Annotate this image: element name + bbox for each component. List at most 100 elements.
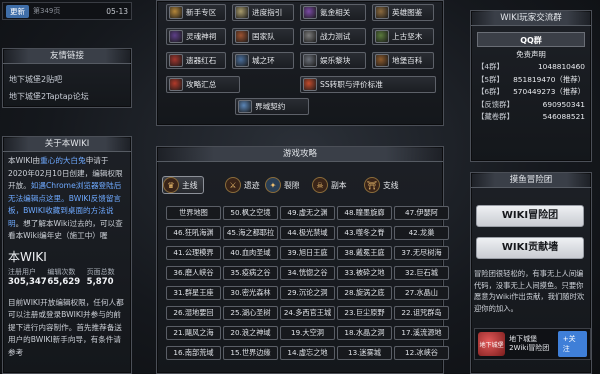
zone-button[interactable]: 39.旭日王庭 (280, 246, 335, 260)
category-label: 国家队 (252, 32, 275, 41)
category-button[interactable]: 进度指引 (232, 4, 294, 21)
zone-button[interactable]: 34.恍惚之谷 (280, 266, 335, 280)
wiki-contribution-wall-button[interactable]: WIKI贡献墙 (476, 237, 584, 259)
zone-button[interactable]: 41.公理模界 (166, 246, 221, 260)
zone-button[interactable]: 27.水晶山 (394, 286, 449, 300)
zone-button[interactable]: 44.极光禁域 (280, 226, 335, 240)
panel-title: 友情链接 (3, 49, 131, 64)
category-button[interactable]: 娱乐黎块 (300, 52, 366, 69)
zone-button[interactable]: 23.巨尘原野 (337, 306, 392, 320)
zone-button[interactable]: 15.世界边缘 (223, 346, 278, 360)
category-button[interactable]: 英雄图鉴 (372, 4, 434, 21)
guide-tab-icon: ✦ (265, 177, 281, 193)
category-label: 城之环 (252, 56, 275, 65)
category-button[interactable]: 国家队 (232, 28, 294, 45)
disclaimer-link[interactable]: 免责声明 (471, 49, 591, 61)
category-icon (169, 78, 183, 91)
zone-button[interactable]: 17.溪流源地 (394, 326, 449, 340)
zone-button[interactable]: 13.迷雾城 (337, 346, 392, 360)
guide-tab[interactable]: ☠ 副本 (312, 176, 347, 194)
guide-tab[interactable]: ⛩ 支线 (364, 176, 399, 194)
follow-button[interactable]: +关注 (557, 331, 587, 357)
follow-card: 地下城堡 地下城堡2Wiki冒险团 +关注 (474, 328, 591, 360)
friend-link-taptap[interactable]: 地下城堡2Taptap论坛 (3, 88, 131, 105)
text: 。想了解本Wiki过去的，可以查看本Wiki编年史（施工中）喔 (8, 218, 123, 241)
category-button[interactable]: 灵魂神祠 (166, 28, 226, 45)
zone-button[interactable]: 43.噬冬之脊 (337, 226, 392, 240)
update-button[interactable]: 更新 (6, 4, 29, 18)
guide-tab[interactable]: ♛ 主线 (162, 176, 204, 194)
zone-button[interactable]: 29.沉论之洞 (280, 286, 335, 300)
zone-button[interactable]: 26.湿地要回 (166, 306, 221, 320)
zone-button[interactable]: 14.虚忘之地 (280, 346, 335, 360)
panel-title: 摸鱼冒险团 (471, 173, 591, 188)
zone-button[interactable]: 50.枫之空境 (223, 206, 278, 220)
panel-title: 关于本WIKI (3, 137, 131, 152)
zone-button[interactable]: 19.大空洞 (280, 326, 335, 340)
guide-tab-label: 遗迹 (244, 180, 260, 190)
zone-button[interactable]: 28.旋涡之底 (337, 286, 392, 300)
zone-button[interactable]: 16.南部荒域 (166, 346, 221, 360)
page-count: 第349页 (33, 7, 61, 15)
zone-button[interactable]: 49.虚无之渊 (280, 206, 335, 220)
qq-group-number: 851819470（推荐） (513, 74, 585, 84)
guide-tab-label: 主线 (182, 180, 198, 190)
category-button[interactable]: 界域契约 (235, 98, 309, 115)
zone-button[interactable]: 36.磨人峡谷 (166, 266, 221, 280)
wiki-adventure-team-button[interactable]: WIKI冒险团 (476, 205, 584, 227)
panel-title: 游戏攻略 (157, 147, 443, 162)
guide-tab[interactable]: ✦ 裂隙 (265, 176, 300, 194)
zone-button[interactable]: 32.巨石城 (394, 266, 449, 280)
category-icon (375, 54, 389, 67)
category-button[interactable]: 新手专区 (166, 4, 226, 21)
zone-button[interactable]: 12.冰峡谷 (394, 346, 449, 360)
zone-button[interactable]: 47.伊瑟阿 (394, 206, 449, 220)
category-button[interactable]: 战力测试 (300, 28, 366, 45)
zone-button[interactable]: 31.群星王座 (166, 286, 221, 300)
zone-button[interactable]: 38.戴冕王庭 (337, 246, 392, 260)
category-label: 娱乐黎块 (320, 56, 351, 65)
guide-tab-label: 副本 (331, 180, 347, 190)
zone-button[interactable]: 20.浪之神域 (223, 326, 278, 340)
zone-button[interactable]: 45.海之都耶拉 (223, 226, 278, 240)
zone-button[interactable]: 25.湖心圣树 (223, 306, 278, 320)
zone-button[interactable]: 18.水晶之洞 (337, 326, 392, 340)
category-button[interactable]: 氪金相关 (300, 4, 366, 21)
qq-group-name: 【5群】 (477, 74, 504, 84)
category-button[interactable]: 攻略汇总 (166, 76, 240, 93)
category-icon (235, 6, 249, 19)
category-button[interactable]: 地堡百科 (372, 52, 434, 69)
friend-links-panel: 友情链接 地下城堡2贴吧 地下城堡2Taptap论坛 (2, 48, 132, 108)
team-name: 地下城堡2Wiki冒险团 (509, 335, 550, 352)
zone-button[interactable]: 24.多西官王城 (280, 306, 335, 320)
zone-button[interactable]: 42.龙巢 (394, 226, 449, 240)
zone-button[interactable]: 40.血肉圣域 (223, 246, 278, 260)
zone-button[interactable]: 48.瞳墨旋廊 (337, 206, 392, 220)
zone-button[interactable]: 22.诅咒群岛 (394, 306, 449, 320)
qq-group-row[interactable]: 【反馈群】 690950341 (471, 99, 591, 112)
qq-group-name: 【藏卷群】 (477, 112, 514, 122)
zone-button[interactable]: 46.狂吼海渊 (166, 226, 221, 240)
category-icon (169, 30, 183, 43)
category-button[interactable]: 上古坚木 (372, 28, 434, 45)
category-button[interactable]: 城之环 (232, 52, 294, 69)
zone-button[interactable]: 35.疫病之谷 (223, 266, 278, 280)
zone-button[interactable]: 世界地图 (166, 206, 221, 220)
qq-group-row[interactable]: 【5群】 851819470（推荐） (471, 74, 591, 87)
qq-group-row[interactable]: 【4群】 1048810460 (471, 61, 591, 74)
zone-button[interactable]: 33.被砕之地 (337, 266, 392, 280)
team-logo-icon: 地下城堡 (478, 332, 506, 356)
qq-group-name: 【6群】 (477, 87, 504, 97)
category-button[interactable]: 遗器红石 (166, 52, 226, 69)
zone-button[interactable]: 37.无尽树海 (394, 246, 449, 260)
qq-group-row[interactable]: 【藏卷群】 546088521 (471, 111, 591, 124)
guide-tab-icon: ♛ (163, 177, 179, 193)
zone-button[interactable]: 21.飓风之海 (166, 326, 221, 340)
zone-button[interactable]: 30.密光森林 (223, 286, 278, 300)
creator-link[interactable]: 重心的大白兔 (40, 156, 86, 165)
guide-tab[interactable]: ⚔ 遗迹 (225, 176, 260, 194)
friend-link-tieba[interactable]: 地下城堡2贴吧 (3, 64, 131, 88)
category-icon (169, 54, 183, 67)
qq-group-row[interactable]: 【6群】 570449273（推荐） (471, 86, 591, 99)
category-button[interactable]: SS转职与评价标准 (300, 76, 436, 93)
